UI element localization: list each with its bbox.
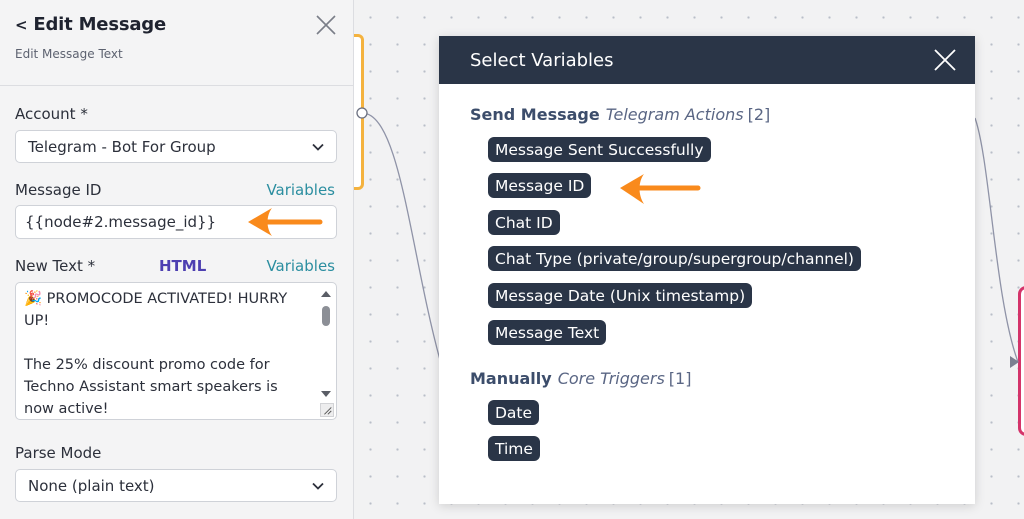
scroll-down-icon[interactable]: [321, 391, 331, 397]
new-text-textarea[interactable]: 🎉 PROMOCODE ACTIVATED! HURRY UP! The 25%…: [15, 282, 337, 420]
group-count: [1]: [668, 369, 692, 388]
close-icon[interactable]: [315, 14, 337, 36]
variable-chip[interactable]: Time: [488, 436, 540, 461]
panel-title-row[interactable]: < Edit Message: [15, 14, 338, 35]
textarea-scrollbar[interactable]: [319, 286, 333, 402]
variable-group-manually: Manually Core Triggers [1]: [470, 369, 691, 388]
select-variables-modal: Select Variables Send Message Telegram Ac…: [439, 36, 975, 504]
new-text-variables-link[interactable]: Variables: [266, 257, 335, 275]
html-link[interactable]: HTML: [159, 257, 206, 275]
group-name: Send Message: [470, 105, 600, 124]
canvas-node-left[interactable]: [354, 34, 364, 190]
message-id-label: Message ID: [15, 181, 102, 199]
modal-title: Select Variables: [470, 49, 614, 71]
canvas-node-right[interactable]: [1018, 286, 1024, 436]
new-text-content: 🎉 PROMOCODE ACTIVATED! HURRY UP! The 25%…: [24, 291, 288, 417]
chevron-down-icon: [312, 143, 324, 151]
parse-mode-label: Parse Mode: [15, 444, 102, 462]
account-select[interactable]: Telegram - Bot For Group: [15, 130, 337, 163]
orange-arrow-icon: [620, 174, 701, 204]
variable-chip[interactable]: Message ID: [488, 173, 592, 198]
message-id-value: {{node#2.message_id}}: [25, 213, 217, 231]
variable-chip[interactable]: Chat Type (private/group/supergroup/chan…: [488, 246, 861, 271]
variable-group-send-message: Send Message Telegram Actions [2]: [470, 105, 770, 124]
variable-chip[interactable]: Chat ID: [488, 210, 560, 235]
variable-chip[interactable]: Message Date (Unix timestamp): [488, 283, 753, 308]
scroll-thumb[interactable]: [322, 306, 330, 326]
new-text-label: New Text *: [15, 257, 96, 275]
close-icon[interactable]: [933, 48, 957, 72]
variable-chip[interactable]: Date: [488, 400, 540, 425]
group-name: Manually: [470, 369, 552, 388]
chevron-down-icon: [312, 482, 324, 490]
group-subtitle: Core Triggers: [557, 369, 665, 388]
message-id-variables-link[interactable]: Variables: [266, 181, 335, 199]
variable-chip[interactable]: Message Text: [488, 320, 607, 345]
chevron-left-icon[interactable]: <: [15, 16, 28, 34]
group-count: [2]: [747, 105, 771, 124]
group-subtitle: Telegram Actions: [605, 105, 744, 124]
resize-handle-icon[interactable]: [320, 403, 334, 417]
parse-mode-select-value: None (plain text): [28, 476, 155, 495]
variable-chip[interactable]: Message Sent Successfully: [488, 137, 711, 162]
panel-header: < Edit Message Edit Message Text: [0, 0, 353, 86]
panel-subtitle: Edit Message Text: [15, 47, 123, 61]
scroll-up-icon[interactable]: [321, 291, 331, 297]
parse-mode-select[interactable]: None (plain text): [15, 469, 337, 502]
account-select-value: Telegram - Bot For Group: [28, 137, 216, 156]
modal-header: Select Variables: [439, 36, 975, 84]
panel-title: Edit Message: [33, 14, 166, 35]
edit-message-panel: < Edit Message Edit Message Text Account…: [0, 0, 354, 519]
account-label: Account *: [15, 105, 88, 123]
orange-arrow-icon: [248, 208, 323, 236]
